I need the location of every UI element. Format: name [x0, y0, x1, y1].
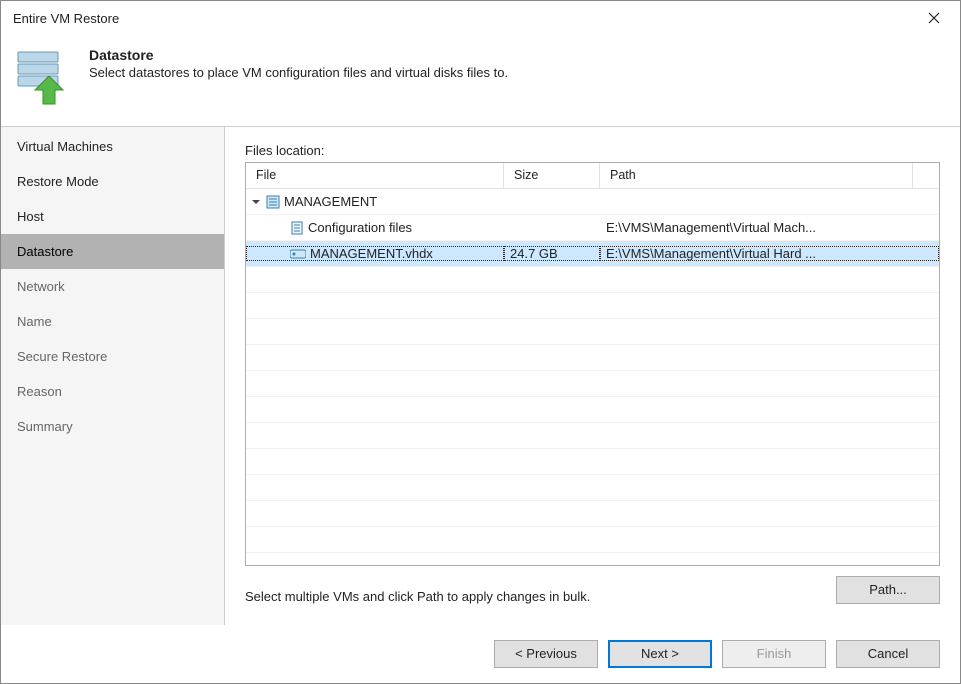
- config-icon: [290, 221, 304, 235]
- empty-row: [246, 371, 939, 397]
- wizard-body: Virtual Machines Restore Mode Host Datas…: [1, 126, 960, 625]
- vm-icon: [266, 195, 280, 209]
- previous-button[interactable]: < Previous: [494, 640, 598, 668]
- table-row[interactable]: MANAGEMENT: [246, 189, 939, 215]
- files-grid[interactable]: File Size Path: [245, 162, 940, 566]
- chevron-down-icon: [251, 197, 261, 207]
- files-location-label: Files location:: [245, 143, 940, 158]
- cell-path: E:\VMS\Management\Virtual Mach...: [600, 220, 939, 235]
- window-title: Entire VM Restore: [13, 11, 119, 26]
- close-button[interactable]: [912, 3, 956, 33]
- step-virtual-machines[interactable]: Virtual Machines: [1, 129, 224, 164]
- expand-toggle[interactable]: [250, 196, 262, 208]
- step-label: Restore Mode: [17, 174, 99, 189]
- bulk-hint: Select multiple VMs and click Path to ap…: [245, 589, 590, 604]
- datastore-restore-icon: [13, 50, 75, 106]
- step-label: Virtual Machines: [17, 139, 113, 154]
- step-network[interactable]: Network: [1, 269, 224, 304]
- empty-row: [246, 423, 939, 449]
- empty-row: [246, 319, 939, 345]
- empty-row: [246, 475, 939, 501]
- step-label: Summary: [17, 419, 73, 434]
- path-button[interactable]: Path...: [836, 576, 940, 604]
- wizard-footer: < Previous Next > Finish Cancel: [1, 625, 960, 683]
- empty-row: [246, 527, 939, 553]
- step-reason[interactable]: Reason: [1, 374, 224, 409]
- wizard-header: Datastore Select datastores to place VM …: [1, 35, 960, 126]
- page-title: Datastore: [89, 47, 508, 63]
- step-secure-restore[interactable]: Secure Restore: [1, 339, 224, 374]
- wizard-steps: Virtual Machines Restore Mode Host Datas…: [1, 127, 225, 625]
- step-name[interactable]: Name: [1, 304, 224, 339]
- column-header-path[interactable]: Path: [600, 163, 913, 189]
- finish-button: Finish: [722, 640, 826, 668]
- empty-row: [246, 501, 939, 527]
- step-datastore[interactable]: Datastore: [1, 234, 224, 269]
- table-row[interactable]: MANAGEMENT.vhdx 24.7 GB E:\VMS\Managemen…: [246, 241, 939, 267]
- disk-icon: [290, 248, 306, 260]
- step-host[interactable]: Host: [1, 199, 224, 234]
- step-label: Reason: [17, 384, 62, 399]
- cell-file: Configuration files: [308, 220, 412, 235]
- column-header-spacer: [913, 163, 939, 189]
- title-bar: Entire VM Restore: [1, 1, 960, 35]
- step-label: Datastore: [17, 244, 73, 259]
- step-label: Name: [17, 314, 52, 329]
- page-subtitle: Select datastores to place VM configurat…: [89, 65, 508, 80]
- cell-file: MANAGEMENT: [284, 194, 377, 209]
- empty-row: [246, 293, 939, 319]
- empty-row: [246, 449, 939, 475]
- empty-row: [246, 397, 939, 423]
- step-label: Host: [17, 209, 44, 224]
- step-summary[interactable]: Summary: [1, 409, 224, 444]
- next-button[interactable]: Next >: [608, 640, 712, 668]
- wizard-window: Entire VM Restore Datastore Select datas…: [0, 0, 961, 684]
- cell-path: E:\VMS\Management\Virtual Hard ...: [600, 246, 939, 261]
- cell-size: 24.7 GB: [504, 246, 600, 261]
- cell-file: MANAGEMENT.vhdx: [310, 246, 433, 261]
- step-label: Network: [17, 279, 65, 294]
- empty-row: [246, 267, 939, 293]
- cancel-button[interactable]: Cancel: [836, 640, 940, 668]
- step-restore-mode[interactable]: Restore Mode: [1, 164, 224, 199]
- column-header-size[interactable]: Size: [504, 163, 600, 189]
- table-row[interactable]: Configuration files E:\VMS\Management\Vi…: [246, 215, 939, 241]
- step-label: Secure Restore: [17, 349, 107, 364]
- main-panel: Files location: File Size Path: [225, 127, 960, 625]
- empty-row: [246, 345, 939, 371]
- close-icon: [928, 12, 940, 24]
- grid-header: File Size Path: [246, 163, 939, 189]
- column-header-file[interactable]: File: [246, 163, 504, 189]
